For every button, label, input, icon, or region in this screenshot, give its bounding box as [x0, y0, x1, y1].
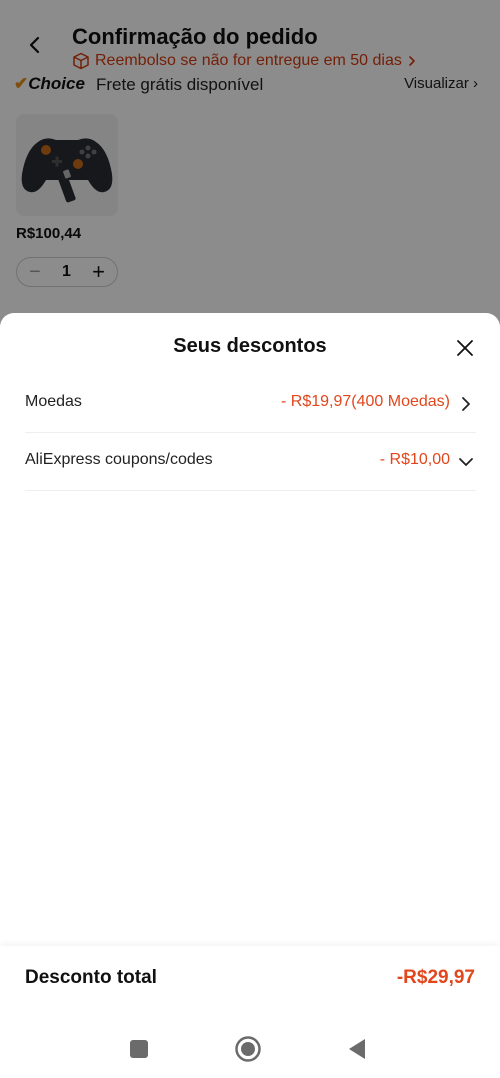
- system-back-button[interactable]: [342, 1034, 372, 1064]
- system-navigation-bar: [0, 1018, 500, 1078]
- discount-label: Moedas: [25, 393, 82, 410]
- discount-value: - R$19,97(400 Moedas): [281, 393, 450, 410]
- close-button[interactable]: [452, 335, 478, 361]
- total-discount-value: -R$29,97: [396, 967, 475, 988]
- recent-apps-icon: [130, 1040, 148, 1058]
- sheet-title: Seus descontos: [173, 335, 327, 357]
- home-button[interactable]: [233, 1034, 263, 1064]
- discount-value: - R$10,00: [379, 451, 450, 468]
- chevron-right-icon: [458, 395, 474, 413]
- discount-label: AliExpress coupons/codes: [25, 451, 213, 468]
- total-discount-label: Desconto total: [25, 967, 157, 988]
- discount-row-coins[interactable]: Moedas - R$19,97(400 Moedas): [25, 375, 476, 433]
- chevron-down-icon: [458, 453, 474, 471]
- back-icon: [349, 1039, 365, 1059]
- home-icon: [235, 1036, 261, 1062]
- recent-apps-button[interactable]: [124, 1034, 154, 1064]
- discounts-sheet: Seus descontos Moedas - R$19,97(400 Moed…: [0, 313, 500, 1078]
- close-icon: [457, 340, 473, 356]
- total-discount-bar: Desconto total -R$29,97: [0, 946, 500, 1016]
- discount-row-coupons[interactable]: AliExpress coupons/codes - R$10,00: [25, 433, 476, 491]
